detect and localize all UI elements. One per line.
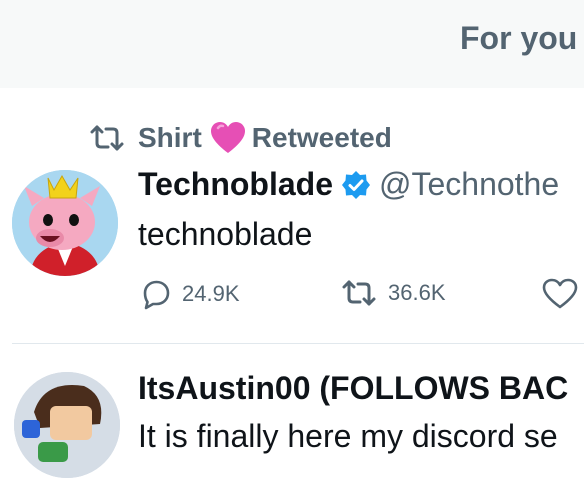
reply-button[interactable]: 24.9K xyxy=(140,278,240,310)
tweet-text: technoblade xyxy=(138,216,313,252)
tweet-divider xyxy=(12,343,584,344)
like-button[interactable] xyxy=(542,278,578,310)
retweeter-name[interactable]: Shirt xyxy=(138,122,202,154)
reply-icon xyxy=(143,280,170,310)
avatar[interactable] xyxy=(14,372,120,478)
author-handle[interactable]: @Technothe xyxy=(379,166,559,203)
retweet-icon xyxy=(90,125,124,151)
like-icon xyxy=(542,278,578,309)
retweeted-label: Retweeted xyxy=(251,122,392,153)
technoblade-avatar-image xyxy=(12,170,118,276)
author-name[interactable]: Technoblade xyxy=(138,166,333,203)
verified-badge-icon xyxy=(341,170,370,199)
retweet-context: Shirt Retweeted xyxy=(88,118,392,158)
pink-heart-emoji xyxy=(210,122,245,153)
retweet-button[interactable]: 36.6K xyxy=(340,278,446,308)
itsaustin-avatar-image xyxy=(14,372,120,478)
tweet-actions: 24.9K 36.6K xyxy=(138,278,584,314)
tweet-header: Technoblade @Technothe xyxy=(138,166,559,203)
author-name[interactable]: ItsAustin00 (FOLLOWS BAC xyxy=(138,370,568,407)
retweet-count: 36.6K xyxy=(388,280,446,305)
retweet-icon xyxy=(342,280,376,306)
reply-count: 24.9K xyxy=(182,281,240,306)
tab-for-you[interactable]: For you xyxy=(460,20,577,57)
top-header: For you xyxy=(0,0,584,88)
avatar[interactable] xyxy=(12,170,118,276)
tweet-text: It is finally here my discord se xyxy=(138,418,558,454)
